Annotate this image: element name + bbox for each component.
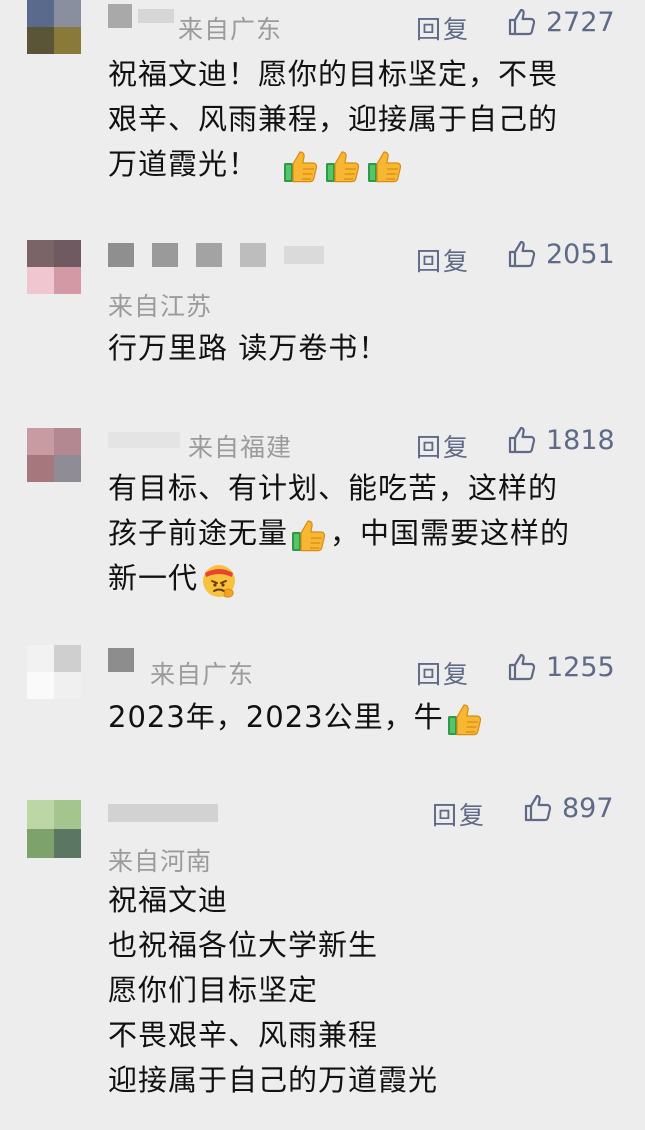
region-label: 来自广东: [150, 660, 255, 689]
comment-item: 来自广东 回复 1255 2023年，2023公里，牛: [0, 645, 645, 745]
comment-item: 来自广东 回复 2727 祝福文迪！愿你的目标坚定，不畏 艰辛、风雨兼程，迎接属…: [0, 0, 645, 200]
avatar[interactable]: [27, 0, 81, 54]
thumbs-up-emoji-icon: [323, 146, 363, 186]
like-count: 897: [562, 792, 614, 824]
region-label: 来自江苏: [108, 292, 213, 321]
username-blurred[interactable]: [108, 432, 180, 448]
comment-text: 祝福文迪！愿你的目标坚定，不畏 艰辛、风雨兼程，迎接属于自己的 万道霞光！: [108, 52, 618, 187]
region-label: 来自广东: [178, 15, 283, 44]
username-blurred[interactable]: [108, 804, 218, 822]
region-label: 来自河南: [108, 847, 213, 876]
region-label: 来自福建: [188, 433, 293, 462]
like-button[interactable]: 1255: [506, 651, 615, 683]
avatar[interactable]: [27, 645, 81, 699]
avatar[interactable]: [27, 800, 81, 858]
reply-button[interactable]: 回复: [432, 796, 486, 832]
thumbs-up-outline-icon: [522, 792, 554, 824]
thumbs-up-emoji-icon: [445, 699, 485, 739]
like-button[interactable]: 2051: [506, 238, 615, 270]
comment-text: 有目标、有计划、能吃苦，这样的 孩子前途无量 ，中国需要这样的 新一代: [108, 466, 618, 601]
like-count: 2051: [546, 238, 615, 270]
thumbs-up-emoji-icon: [281, 146, 321, 186]
like-button[interactable]: 1818: [506, 424, 615, 456]
comment-text: 2023年，2023公里，牛: [108, 695, 618, 740]
like-button[interactable]: 2727: [506, 6, 615, 38]
username-blurred[interactable]: [108, 4, 174, 28]
comment-item: 来自福建 回复 1818 有目标、有计划、能吃苦，这样的 孩子前途无量 ，中国需要…: [0, 425, 645, 608]
determined-face-emoji-icon: [199, 560, 239, 600]
reply-button[interactable]: 回复: [416, 655, 470, 691]
avatar[interactable]: [27, 428, 81, 482]
thumbs-up-outline-icon: [506, 238, 538, 270]
thumbs-up-outline-icon: [506, 6, 538, 38]
comment-text: 行万里路 读万卷书！: [108, 331, 389, 365]
username-blurred[interactable]: [108, 243, 324, 267]
like-count: 1255: [546, 651, 615, 683]
like-button[interactable]: 897: [522, 792, 614, 824]
comment-item: 回复 2051 来自江苏 行万里路 读万卷书！: [0, 238, 645, 380]
like-count: 1818: [546, 424, 615, 456]
reply-button[interactable]: 回复: [416, 242, 470, 278]
thumbs-up-emoji-icon: [365, 146, 405, 186]
thumbs-up-outline-icon: [506, 424, 538, 456]
comment-list: 来自广东 回复 2727 祝福文迪！愿你的目标坚定，不畏 艰辛、风雨兼程，迎接属…: [0, 0, 645, 1130]
thumbs-up-emoji-icon: [289, 515, 329, 555]
reply-button[interactable]: 回复: [416, 428, 470, 464]
thumbs-up-outline-icon: [506, 651, 538, 683]
comment-text: 祝福文迪 也祝福各位大学新生 愿你们目标坚定 不畏艰辛、风雨兼程 迎接属于自己的…: [108, 883, 439, 1097]
comment-item: 回复 897 来自河南 祝福文迪 也祝福各位大学新生 愿你们目标坚定 不畏艰辛、…: [0, 793, 645, 1110]
username-blurred[interactable]: [108, 648, 134, 672]
like-count: 2727: [546, 6, 615, 38]
reply-button[interactable]: 回复: [416, 10, 470, 46]
avatar[interactable]: [27, 240, 81, 294]
